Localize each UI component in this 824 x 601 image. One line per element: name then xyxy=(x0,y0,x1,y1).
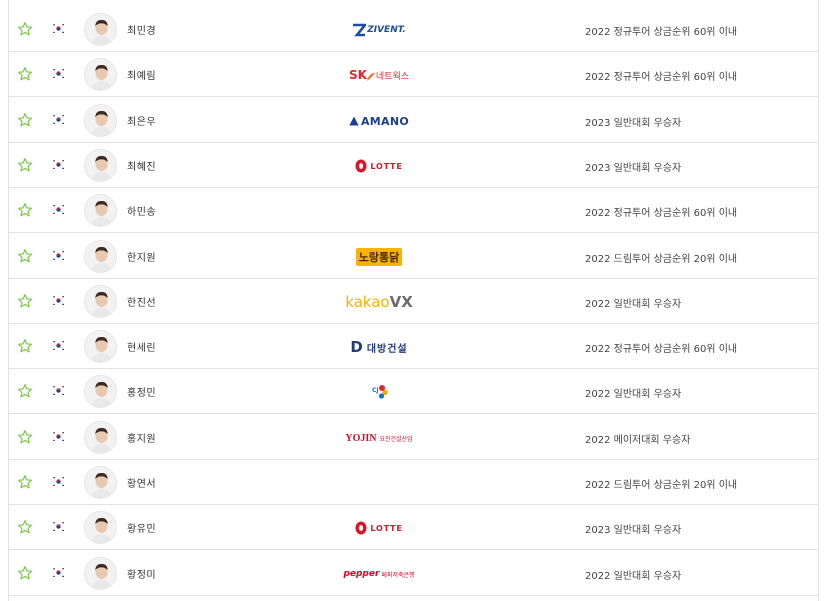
player-photo[interactable] xyxy=(84,13,117,46)
player-photo[interactable] xyxy=(84,330,117,363)
player-photo[interactable] xyxy=(84,421,117,454)
player-row[interactable]: 최은우 AMANO 2023 일반대회 우승자 xyxy=(9,98,818,143)
favorite-star-icon[interactable] xyxy=(17,157,33,173)
player-name[interactable]: 홍지원 xyxy=(127,430,156,445)
qualification-status: 2022 정규투어 상금순위 60위 이내 xyxy=(585,208,738,219)
player-name[interactable]: 최예림 xyxy=(127,67,156,82)
sponsor-logo: LOTTE xyxy=(329,511,429,545)
player-row[interactable]: 최예림 SK 네트웍스 2022 정규투어 상금순위 60위 이내 xyxy=(9,52,818,97)
sk-butterfly-icon xyxy=(366,72,375,81)
qualification-status: 2022 정규투어 상금순위 60위 이내 xyxy=(585,72,738,83)
player-photo[interactable] xyxy=(84,511,117,544)
player-row[interactable]: 황유민 LOTTE 2023 일반대회 우승자 xyxy=(9,505,818,550)
player-photo[interactable] xyxy=(84,194,117,227)
qualification-status: 2023 일반대회 우승자 xyxy=(585,118,682,129)
player-photo[interactable] xyxy=(84,149,117,182)
player-row[interactable]: 한지원 노랑통닭 2022 드림투어 상금순위 20위 이내 xyxy=(9,234,818,279)
player-photo[interactable] xyxy=(84,58,117,91)
favorite-star-icon[interactable] xyxy=(17,293,33,309)
player-photo[interactable] xyxy=(84,466,117,499)
korea-flag-icon xyxy=(52,566,65,579)
qualification-status: 2023 일반대회 우승자 xyxy=(585,163,682,174)
korea-flag-icon xyxy=(52,203,65,216)
zivent-mark-icon xyxy=(353,23,367,37)
player-name[interactable]: 한지원 xyxy=(127,249,156,264)
korea-flag-icon xyxy=(52,294,65,307)
favorite-star-icon[interactable] xyxy=(17,383,33,399)
qualification-status: 2022 일반대회 우승자 xyxy=(585,389,682,400)
qualification-status: 2022 메이저대회 우승자 xyxy=(585,435,691,446)
korea-flag-icon xyxy=(52,384,65,397)
player-name[interactable]: 홍정민 xyxy=(127,384,156,399)
sponsor-logo: ZIVENT. xyxy=(329,13,429,47)
player-photo[interactable] xyxy=(84,285,117,318)
sponsor-logo: CJ xyxy=(329,375,429,409)
sponsor-logo: pepper 페퍼저축은행 xyxy=(343,569,415,579)
qualification-status: 2022 드림투어 상금순위 20위 이내 xyxy=(585,254,738,265)
player-photo[interactable] xyxy=(84,557,117,590)
sponsor-logo xyxy=(329,194,429,228)
player-row[interactable]: 현세린 D 대방건설 2022 정규투어 상금순위 60위 이내 xyxy=(9,324,818,369)
qualification-status: 2022 정규투어 상금순위 60위 이내 xyxy=(585,344,738,355)
sponsor-logo: AMANO xyxy=(329,104,429,138)
player-name[interactable]: 하민송 xyxy=(127,203,156,218)
sponsor-logo: 노랑통닭 xyxy=(329,240,429,274)
player-row[interactable]: 하민송 2022 정규투어 상금순위 60위 이내 xyxy=(9,188,818,233)
favorite-star-icon[interactable] xyxy=(17,112,33,128)
sponsor-logo: LOTTE xyxy=(329,149,429,183)
player-row[interactable]: 황연서 2022 드림투어 상금순위 20위 이내 xyxy=(9,460,818,505)
qualification-status: 2022 일반대회 우승자 xyxy=(585,571,682,582)
favorite-star-icon[interactable] xyxy=(17,21,33,37)
player-list: 최민경 ZIVENT. 2022 정규투어 상금순위 60위 이내 최예림 SK 네트웍스… xyxy=(8,0,819,601)
korea-flag-icon xyxy=(52,249,65,262)
player-row[interactable]: 최민경 ZIVENT. 2022 정규투어 상금순위 60위 이내 xyxy=(9,7,818,52)
player-row[interactable]: 한진선 kakao VX 2022 일반대회 우승자 xyxy=(9,279,818,324)
player-name[interactable]: 현세린 xyxy=(127,339,156,354)
lotte-mark-icon xyxy=(355,521,367,535)
favorite-star-icon[interactable] xyxy=(17,338,33,354)
korea-flag-icon xyxy=(52,430,65,443)
player-row[interactable]: 황정미 pepper 페퍼저축은행 2022 일반대회 우승자 xyxy=(9,551,818,596)
korea-flag-icon xyxy=(52,158,65,171)
player-name[interactable]: 최혜진 xyxy=(127,158,156,173)
korea-flag-icon xyxy=(52,67,65,80)
sponsor-logo: YOJIN 요진건설산업 xyxy=(345,432,413,444)
player-name[interactable]: 최민경 xyxy=(127,22,156,37)
korea-flag-icon xyxy=(52,339,65,352)
player-row[interactable]: 홍지원 YOJIN 요진건설산업 2022 메이저대회 우승자 xyxy=(9,415,818,460)
player-name[interactable]: 한진선 xyxy=(127,294,156,309)
qualification-status: 2022 정규투어 상금순위 60위 이내 xyxy=(585,27,738,38)
player-row[interactable]: 홍정민 CJ 2022 일반대회 우승자 xyxy=(9,369,818,414)
qualification-status: 2023 일반대회 우승자 xyxy=(585,525,682,536)
favorite-star-icon[interactable] xyxy=(17,474,33,490)
player-photo[interactable] xyxy=(84,375,117,408)
player-photo[interactable] xyxy=(84,240,117,273)
sponsor-logo xyxy=(329,466,429,500)
korea-flag-icon xyxy=(52,113,65,126)
sponsor-logo: SK 네트웍스 xyxy=(348,68,410,82)
korea-flag-icon xyxy=(52,475,65,488)
korea-flag-icon xyxy=(52,520,65,533)
favorite-star-icon[interactable] xyxy=(17,202,33,218)
player-name[interactable]: 황정미 xyxy=(127,566,156,581)
amano-triangle-icon xyxy=(349,116,359,126)
qualification-status: 2022 드림투어 상금순위 20위 이내 xyxy=(585,480,738,491)
favorite-star-icon[interactable] xyxy=(17,519,33,535)
favorite-star-icon[interactable] xyxy=(17,429,33,445)
player-name[interactable]: 황연서 xyxy=(127,475,156,490)
korea-flag-icon xyxy=(52,22,65,35)
player-name[interactable]: 최은우 xyxy=(127,113,156,128)
player-photo[interactable] xyxy=(84,104,117,137)
favorite-star-icon[interactable] xyxy=(17,66,33,82)
lotte-mark-icon xyxy=(355,159,367,173)
sponsor-logo: kakao VX xyxy=(345,293,413,311)
favorite-star-icon[interactable] xyxy=(17,248,33,264)
qualification-status: 2022 일반대회 우승자 xyxy=(585,299,682,310)
sponsor-logo: D 대방건설 xyxy=(350,338,408,356)
player-row[interactable]: 최혜진 LOTTE 2023 일반대회 우승자 xyxy=(9,143,818,188)
player-name[interactable]: 황유민 xyxy=(127,520,156,535)
favorite-star-icon[interactable] xyxy=(17,565,33,581)
